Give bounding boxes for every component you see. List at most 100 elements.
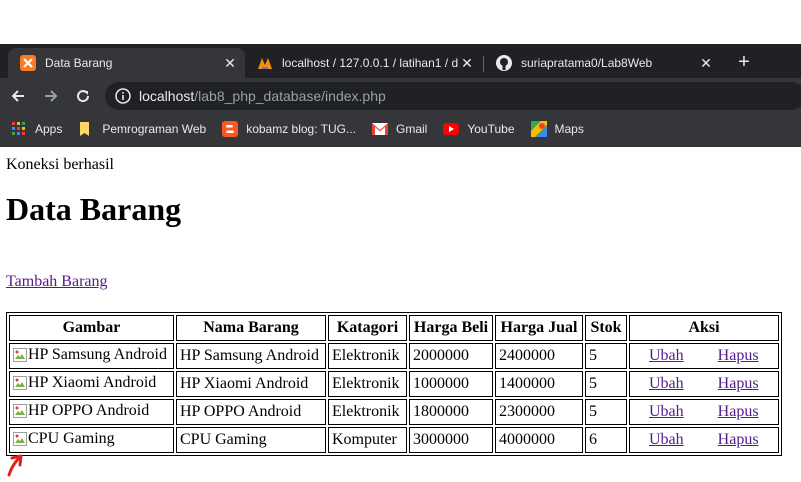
image-alt-text: CPU Gaming — [28, 429, 115, 447]
back-arrow-icon[interactable] — [8, 86, 28, 106]
maps-icon — [530, 121, 547, 137]
items-table: Gambar Nama Barang Katagori Harga Beli H… — [6, 312, 782, 456]
category-cell: Komputer — [328, 427, 407, 453]
sell-price-cell: 1400000 — [495, 371, 583, 397]
actions-cell: Ubah Hapus — [629, 343, 779, 369]
image-alt-text: HP Xiaomi Android — [28, 373, 157, 391]
image-cell: HP Xiaomi Android — [9, 371, 174, 397]
tab-title: localhost / 127.0.0.1 / latihan1 / d — [282, 56, 459, 70]
youtube-icon — [443, 121, 460, 137]
tab-phpmyadmin[interactable]: localhost / 127.0.0.1 / latihan1 / d ✕ — [245, 48, 482, 78]
delete-link[interactable]: Hapus — [718, 375, 759, 393]
tab-title: Data Barang — [45, 56, 113, 70]
edit-link[interactable]: Ubah — [649, 431, 684, 449]
blogger-icon — [222, 121, 239, 137]
bookmark-kobamz-blog[interactable]: kobamz blog: TUG... — [222, 121, 356, 137]
stock-cell: 5 — [585, 399, 627, 425]
xampp-icon — [20, 55, 36, 71]
connection-status: Koneksi berhasil — [6, 156, 114, 173]
bookmark-label: kobamz blog: TUG... — [246, 122, 357, 136]
close-tab-icon[interactable]: ✕ — [223, 56, 237, 70]
browser-chrome: Data Barang ✕ localhost / 127.0.0.1 / la… — [0, 44, 801, 147]
forward-arrow-icon[interactable] — [41, 86, 61, 106]
actions-cell: Ubah Hapus — [629, 427, 779, 453]
sell-price-cell: 2400000 — [495, 343, 583, 369]
actions-cell: Ubah Hapus — [629, 399, 779, 425]
close-tab-icon[interactable]: ✕ — [460, 56, 474, 70]
github-icon — [496, 55, 512, 71]
new-tab-plus-icon[interactable]: + — [734, 52, 754, 72]
apps-grid-icon — [11, 121, 27, 137]
bookmark-label: Maps — [554, 122, 584, 136]
buy-price-cell: 3000000 — [409, 427, 493, 453]
column-header: Harga Beli — [409, 315, 493, 341]
reload-icon[interactable] — [73, 86, 93, 106]
bookmark-maps[interactable]: Maps — [530, 121, 584, 137]
tab-title: suriapratama0/Lab8Web — [521, 56, 653, 70]
info-icon[interactable] — [115, 88, 131, 104]
bookmarks-bar: Apps Pemrograman Web kobamz blog: TUG...… — [0, 114, 801, 144]
stock-cell: 5 — [585, 343, 627, 369]
broken-image-icon — [13, 431, 27, 446]
bookmark-label: Pemrograman Web — [102, 122, 207, 136]
tab-data-barang[interactable]: Data Barang ✕ — [8, 48, 245, 78]
buy-price-cell: 2000000 — [409, 343, 493, 369]
stock-cell: 5 — [585, 371, 627, 397]
column-header: Stok — [585, 315, 627, 341]
delete-link[interactable]: Hapus — [718, 403, 759, 421]
table-row: HP Samsung Android HP Samsung Android El… — [9, 343, 779, 369]
sell-price-cell: 2300000 — [495, 399, 583, 425]
close-tab-icon[interactable]: ✕ — [699, 56, 713, 70]
category-cell: Elektronik — [328, 371, 407, 397]
buy-price-cell: 1800000 — [409, 399, 493, 425]
buy-price-cell: 1000000 — [409, 371, 493, 397]
tab-strip: Data Barang ✕ localhost / 127.0.0.1 / la… — [0, 44, 801, 78]
category-cell: Elektronik — [328, 343, 407, 369]
page-title: Data Barang — [6, 191, 182, 227]
add-item-link[interactable]: Tambah Barang — [6, 273, 108, 291]
bookmark-pemrograman-web[interactable]: Pemrograman Web — [78, 121, 206, 137]
edit-link[interactable]: Ubah — [649, 403, 684, 421]
image-cell: HP Samsung Android — [9, 343, 174, 369]
bookmark-youtube[interactable]: YouTube — [443, 121, 515, 137]
table-header-row: Gambar Nama Barang Katagori Harga Beli H… — [9, 315, 779, 341]
gmail-icon — [372, 121, 389, 137]
edit-link[interactable]: Ubah — [649, 375, 684, 393]
url-host: localhost — [139, 88, 195, 104]
table-row: CPU Gaming CPU Gaming Komputer 3000000 4… — [9, 427, 779, 453]
tab-github[interactable]: suriapratama0/Lab8Web ✕ — [484, 48, 721, 78]
bookmark-label: YouTube — [467, 122, 515, 136]
url-path: /lab8_php_database/index.php — [194, 88, 386, 104]
bookmark-label: Apps — [35, 122, 63, 136]
broken-image-icon — [13, 403, 27, 418]
actions-cell: Ubah Hapus — [629, 371, 779, 397]
column-header: Harga Jual — [495, 315, 583, 341]
delete-link[interactable]: Hapus — [718, 347, 759, 365]
edit-link[interactable]: Ubah — [649, 347, 684, 365]
bookmark-label: Gmail — [396, 122, 428, 136]
broken-image: HP OPPO Android — [13, 402, 149, 420]
stock-cell: 6 — [585, 427, 627, 453]
column-header: Gambar — [9, 315, 174, 341]
desktop-background-strip — [0, 0, 801, 44]
name-cell: CPU Gaming — [176, 427, 326, 453]
broken-image: HP Samsung Android — [13, 346, 167, 364]
broken-image-icon — [13, 347, 27, 362]
address-bar[interactable]: localhost/lab8_php_database/index.php — [105, 82, 801, 110]
url-text: localhost/lab8_php_database/index.php — [139, 88, 386, 104]
image-alt-text: HP OPPO Android — [28, 401, 150, 419]
sell-price-cell: 4000000 — [495, 427, 583, 453]
image-alt-text: HP Samsung Android — [28, 345, 167, 363]
broken-image-icon — [13, 375, 27, 390]
annotation-arrow-icon — [7, 454, 23, 477]
toolbar: localhost/lab8_php_database/index.php — [0, 78, 801, 114]
name-cell: HP Xiaomi Android — [176, 371, 326, 397]
name-cell: HP OPPO Android — [176, 399, 326, 425]
bookmark-apps[interactable]: Apps — [11, 121, 62, 137]
bookmark-gmail[interactable]: Gmail — [372, 121, 427, 137]
column-header: Aksi — [629, 315, 779, 341]
table-row: HP OPPO Android HP OPPO Android Elektron… — [9, 399, 779, 425]
broken-image: CPU Gaming — [13, 430, 115, 448]
broken-image: HP Xiaomi Android — [13, 374, 156, 392]
delete-link[interactable]: Hapus — [718, 431, 759, 449]
